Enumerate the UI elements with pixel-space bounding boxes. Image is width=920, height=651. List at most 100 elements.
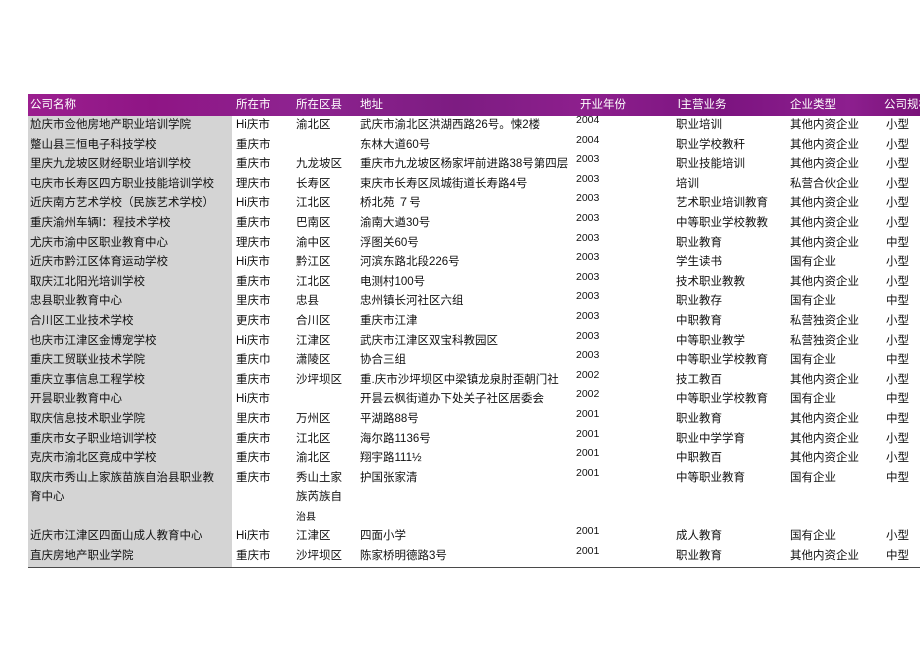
cell-city[interactable]: 重庆市	[232, 449, 292, 469]
cell-main-business[interactable]: 培训	[672, 175, 786, 195]
cell-city[interactable]: 重庆市	[232, 136, 292, 156]
cell-opening-year[interactable]: 2002	[572, 390, 672, 410]
cell-district[interactable]: 黔江区	[292, 253, 356, 273]
cell-district[interactable]: 江北区	[292, 430, 356, 450]
cell-company-size[interactable]: 小型	[882, 527, 920, 547]
table-row[interactable]: 开昙职业教育中心 Hi庆市 开昙云枫街道办下处关子社区居委会 2002 中等职业学校教育…	[28, 390, 920, 410]
cell-district[interactable]: 渝北区	[292, 449, 356, 469]
cell-city[interactable]: 重庆市	[232, 155, 292, 175]
cell-company-size[interactable]: 小型	[882, 430, 920, 450]
cell-main-business[interactable]: 职业培训	[672, 116, 786, 136]
cell-address[interactable]: 协合三组	[356, 351, 572, 371]
cell-main-business[interactable]: 技术职业教教	[672, 273, 786, 293]
cell-company-size[interactable]: 小型	[882, 194, 920, 214]
cell-enterprise-type[interactable]: 其他内资企业	[786, 547, 882, 568]
cell-company-size[interactable]: 小型	[882, 136, 920, 156]
cell-district[interactable]: 九龙坡区	[292, 155, 356, 175]
column-header-main-business[interactable]: l主营业务	[672, 94, 786, 116]
cell-enterprise-type[interactable]: 私营独资企业	[786, 312, 882, 332]
cell-opening-year[interactable]: 2001	[572, 449, 672, 469]
cell-district[interactable]: 沙坪坝区	[292, 371, 356, 391]
cell-address[interactable]: 重庆市九龙坡区杨家坪前进路38号第四层	[356, 155, 572, 175]
cell-enterprise-type[interactable]: 私营合伙企业	[786, 175, 882, 195]
cell-main-business[interactable]: 中等职业学校教教	[672, 214, 786, 234]
cell-opening-year[interactable]: 2003	[572, 351, 672, 371]
cell-address[interactable]: 电测村100号	[356, 273, 572, 293]
cell-company-size[interactable]: 中型	[882, 547, 920, 568]
column-header-city[interactable]: 所在市	[232, 94, 292, 116]
table-row[interactable]: 尤庆市渝中区职业教育中心 理庆市 渝中区 浮图关60号 2003 职业教育 其他内资企业 中型	[28, 233, 920, 254]
cell-main-business[interactable]: 职业学校教秆	[672, 136, 786, 156]
cell-company-size[interactable]: 小型	[882, 449, 920, 469]
cell-enterprise-type[interactable]: 国有企业	[786, 292, 882, 312]
cell-city[interactable]: 重庆市	[232, 371, 292, 391]
cell-company-name[interactable]: 里庆九龙坡区财经职业培训学校	[28, 155, 232, 175]
cell-address[interactable]: 陈家桥明德路3号	[356, 547, 572, 568]
cell-main-business[interactable]: 中职教育	[672, 312, 786, 332]
cell-enterprise-type[interactable]: 其他内资企业	[786, 116, 882, 136]
table-row[interactable]: 合川区工业技术学校 更庆市 合川区 重庆市江津 2003 中职教育 私营独资企业 小型	[28, 311, 920, 332]
cell-company-size[interactable]: 小型	[882, 175, 920, 195]
cell-company-size[interactable]: 中型	[882, 234, 920, 254]
cell-main-business[interactable]: 中职教百	[672, 449, 786, 469]
cell-opening-year[interactable]: 2001	[572, 469, 672, 528]
cell-address[interactable]: 武庆市江津区双宝科教园区	[356, 332, 572, 352]
cell-city[interactable]: Hi庆市	[232, 253, 292, 273]
cell-company-name[interactable]: 重庆渝州车辆l：程技术学校	[28, 213, 232, 234]
cell-district[interactable]	[292, 390, 356, 410]
cell-district[interactable]: 潇陵区	[292, 351, 356, 371]
cell-district[interactable]: 江北区	[292, 194, 356, 214]
cell-company-size[interactable]: 小型	[882, 371, 920, 391]
cell-enterprise-type[interactable]: 其他内资企业	[786, 155, 882, 175]
cell-company-size[interactable]: 中型	[882, 390, 920, 410]
column-header-opening-year[interactable]: 开业年份	[572, 94, 672, 116]
cell-address[interactable]: 海尔路1136号	[356, 430, 572, 450]
cell-address[interactable]: 东林大道60号	[356, 136, 572, 156]
cell-opening-year[interactable]: 2003	[572, 292, 672, 312]
cell-company-name[interactable]: 直庆房地产职业学院	[28, 547, 232, 568]
cell-company-name[interactable]: 尤庆市渝中区职业教育中心	[28, 233, 232, 254]
cell-enterprise-type[interactable]: 国有企业	[786, 390, 882, 410]
cell-city[interactable]: Hi庆市	[232, 116, 292, 136]
cell-enterprise-type[interactable]: 其他内资企业	[786, 449, 882, 469]
table-row[interactable]: 取庆市秀山上家族苗族自治县职业教 育中心 重庆市 秀山土家 族芮族自 治县 护国张家清 200…	[28, 468, 920, 528]
cell-main-business[interactable]: 中等职业学校教育	[672, 351, 786, 371]
cell-enterprise-type[interactable]: 其他内资企业	[786, 194, 882, 214]
cell-address[interactable]: 桥北苑 ７号	[356, 194, 572, 214]
cell-enterprise-type[interactable]: 其他内资企业	[786, 234, 882, 254]
cell-enterprise-type[interactable]: 其他内资企业	[786, 273, 882, 293]
column-header-address[interactable]: 地址	[356, 94, 572, 116]
cell-company-name[interactable]: 重庆工贸联业技术学院	[28, 351, 232, 371]
table-row[interactable]: 近庆南方艺术学校（民族艺术学校） Hi庆市 江北区 桥北苑 ７号 2003 艺术职业培训教…	[28, 194, 920, 214]
column-header-enterprise-type[interactable]: 企业类型	[786, 94, 882, 116]
cell-enterprise-type[interactable]: 国有企业	[786, 351, 882, 371]
cell-address[interactable]: 重庆市江津	[356, 312, 572, 332]
cell-address[interactable]: 河滨东路北段226号	[356, 253, 572, 273]
table-row[interactable]: 也庆市江津区金博宠学校 Hi庆市 江津区 武庆市江津区双宝科教园区 2003 中等职业教学…	[28, 331, 920, 352]
cell-opening-year[interactable]: 2003	[572, 332, 672, 352]
cell-main-business[interactable]: 职业教育	[672, 410, 786, 430]
cell-address[interactable]: 束庆市长寿区凤城街道长寿路4号	[356, 175, 572, 195]
cell-enterprise-type[interactable]: 国有企业	[786, 253, 882, 273]
cell-main-business[interactable]: 职业技能培训	[672, 155, 786, 175]
cell-district[interactable]: 渝中区	[292, 234, 356, 254]
table-row[interactable]: 尬庆市佥他房地产职业培训学院 Hi庆市 渝北区 武庆市渝北区洪湖西路26号。悚2楼 20…	[28, 116, 920, 136]
cell-company-name[interactable]: 尬庆市佥他房地产职业培训学院	[28, 116, 232, 136]
cell-main-business[interactable]: 职业中学学育	[672, 430, 786, 450]
table-row[interactable]: 忠县职业教育中心 里庆市 忠县 忠州镇长河社区六组 2003 职业教存 国有企业 中型	[28, 292, 920, 312]
table-row[interactable]: 近庆市黔江区体育运动学校 Hi庆市 黔江区 河滨东路北段226号 2003 学生读书 国有企…	[28, 253, 920, 273]
cell-company-name[interactable]: 忠县职业教育中心	[28, 292, 232, 312]
cell-city[interactable]: Hi庆市	[232, 332, 292, 352]
column-header-company-size[interactable]: 公司规模	[882, 94, 920, 116]
table-row[interactable]: 近庆市江津区四面山成人教育中心 Hi庆市 江津区 四面小学 2001 成人教育 国有企业 小型	[28, 527, 920, 548]
cell-company-name[interactable]: 近庆市黔江区体育运动学校	[28, 253, 232, 273]
cell-main-business[interactable]: 技工教百	[672, 371, 786, 391]
cell-opening-year[interactable]: 2003	[572, 175, 672, 195]
cell-district[interactable]: 江北区	[292, 273, 356, 293]
cell-company-size[interactable]: 小型	[882, 214, 920, 234]
cell-city[interactable]: 重庆市	[232, 273, 292, 293]
cell-district[interactable]: 合川区	[292, 312, 356, 332]
cell-main-business[interactable]: 学生读书	[672, 253, 786, 273]
table-row[interactable]: 取庆江北阳光培训学校 重庆市 江北区 电测村100号 2003 技术职业教教 其他内资企业小…	[28, 272, 920, 293]
cell-address[interactable]: 护国张家清	[356, 469, 572, 528]
